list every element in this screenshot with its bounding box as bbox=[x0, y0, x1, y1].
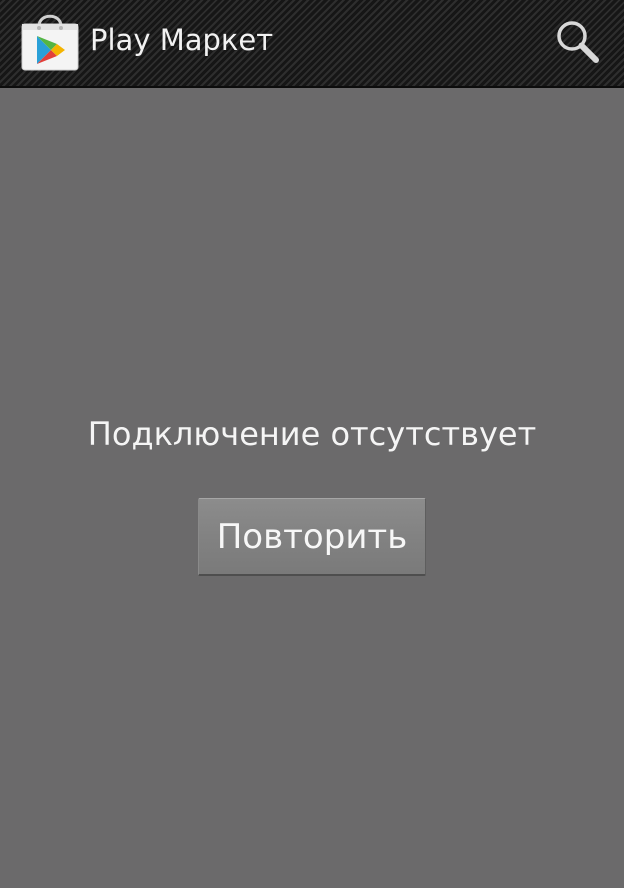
search-icon bbox=[557, 21, 599, 63]
search-button[interactable] bbox=[546, 12, 608, 74]
retry-button[interactable]: Повторить bbox=[198, 498, 426, 576]
app-title: Play Маркет bbox=[90, 23, 274, 57]
no-connection-message: Подключение отсутствует bbox=[87, 415, 537, 453]
play-store-bag-icon[interactable] bbox=[19, 10, 81, 72]
action-bar: Play Маркет bbox=[0, 0, 624, 88]
main-content: Подключение отсутствует Повторить bbox=[0, 88, 624, 888]
